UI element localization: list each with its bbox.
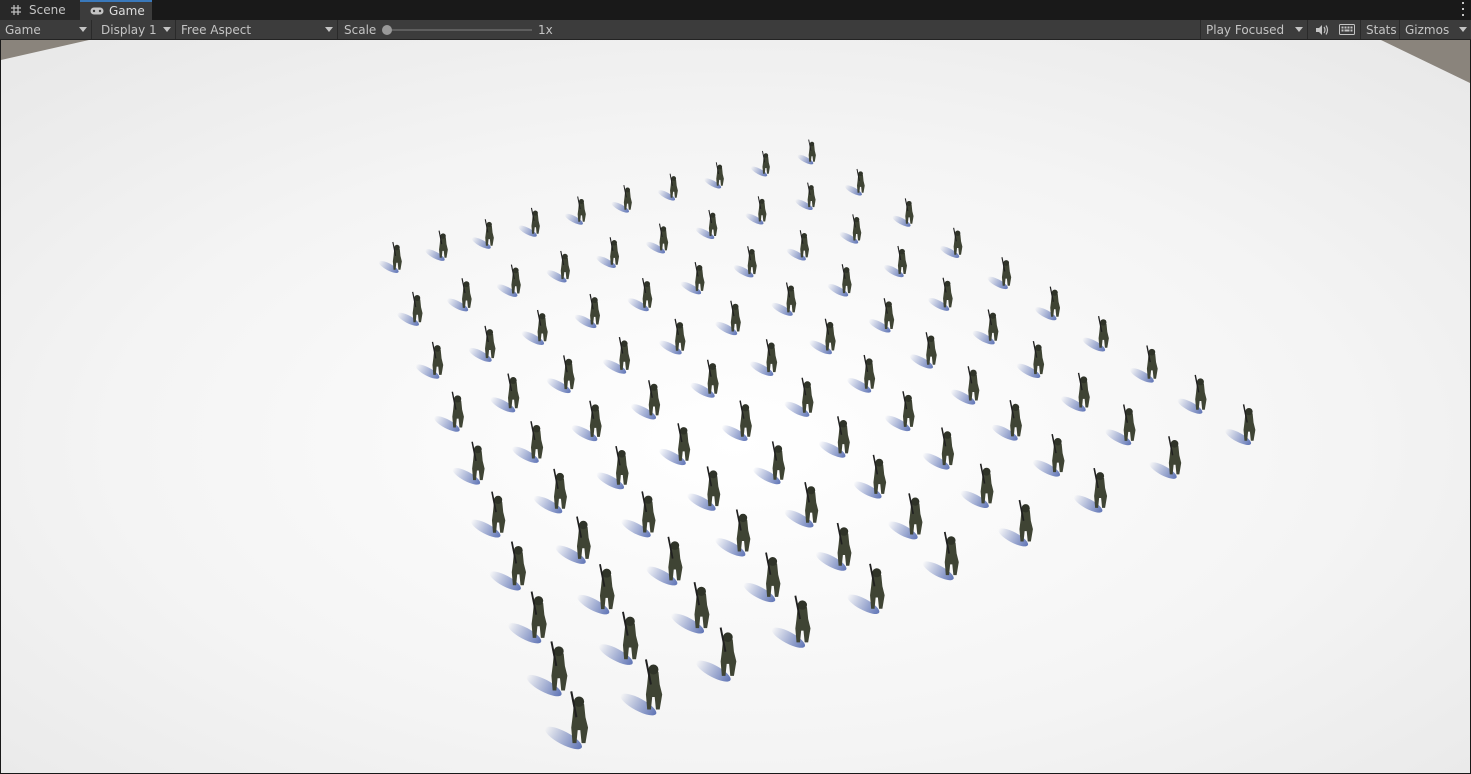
scale-slider-track[interactable] [386, 29, 532, 31]
chevron-down-icon [325, 27, 333, 32]
chevron-down-icon [163, 27, 171, 32]
game-scene [1, 40, 1470, 773]
scale-slider-thumb[interactable] [382, 25, 392, 35]
tab-game[interactable]: Game [80, 0, 152, 20]
scale-label: Scale [344, 22, 377, 37]
chevron-down-icon [79, 27, 87, 32]
play-mode-dropdown[interactable]: Play Focused [1200, 20, 1308, 39]
display-dropdown-label: Display 1 [101, 22, 157, 37]
chevron-down-icon [1459, 27, 1467, 32]
tab-scene[interactable]: Scene [0, 0, 80, 20]
gizmos-dropdown[interactable]: Gizmos [1400, 20, 1471, 39]
stats-button[interactable]: Stats [1360, 20, 1400, 39]
game-toolbar: Game Display 1 Free Aspect Scale 1x Play… [0, 20, 1471, 40]
display-dropdown[interactable]: Display 1 [96, 20, 176, 39]
gizmos-label: Gizmos [1405, 22, 1450, 37]
tab-game-label: Game [109, 4, 145, 18]
aspect-dropdown-label: Free Aspect [181, 22, 252, 37]
mute-audio-button[interactable] [1312, 20, 1332, 39]
play-mode-label: Play Focused [1206, 22, 1285, 37]
view-dropdown-label: Game [5, 22, 41, 37]
stats-label: Stats [1366, 22, 1397, 37]
more-options-icon[interactable] [1461, 2, 1465, 16]
game-viewport[interactable] [1, 40, 1470, 773]
scale-value: 1x [538, 22, 553, 37]
tab-bar: Scene Game [0, 0, 1471, 20]
grid-icon [10, 4, 24, 16]
chevron-down-icon [1295, 27, 1303, 32]
view-dropdown[interactable]: Game [0, 20, 92, 39]
keyboard-icon [1339, 24, 1355, 35]
aspect-dropdown[interactable]: Free Aspect [176, 20, 338, 39]
shortcuts-button[interactable] [1336, 20, 1358, 39]
tab-scene-label: Scene [29, 3, 66, 17]
speaker-icon [1316, 24, 1329, 35]
gamepad-icon [90, 5, 104, 17]
